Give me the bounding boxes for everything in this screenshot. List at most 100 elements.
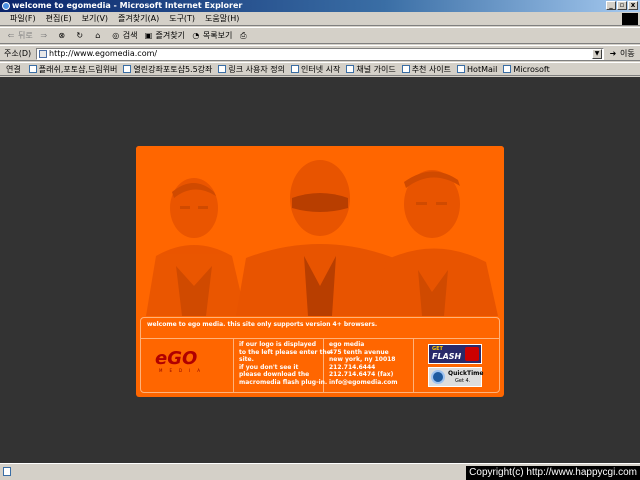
page-status-icon [3, 467, 11, 476]
contact-line: 212.714.6444 [329, 363, 376, 371]
notice-line: if you don't see it [239, 363, 299, 371]
back-label: 뒤로 [18, 31, 33, 40]
link-page-icon [28, 65, 37, 73]
quicktime-sub-label: Get 4. [455, 378, 471, 384]
address-dropdown-icon[interactable]: ▼ [592, 49, 602, 59]
get-flash-label: FLASH [432, 352, 462, 361]
address-input[interactable]: http://www.egomedia.com/ ▼ [36, 48, 604, 60]
menu-bar: 파일(F) 편집(E) 보기(V) 즐겨찾기(A) 도구(T) 도움말(H) [0, 12, 640, 26]
history-icon: ◔ [192, 31, 200, 40]
divider [141, 338, 499, 339]
refresh-button[interactable]: ↻ [75, 31, 87, 41]
history-button[interactable]: ◔ 목록보기 [191, 30, 232, 41]
link-item[interactable]: 추천 사이트 [401, 64, 452, 75]
window-title: welcome to egomedia - Microsoft Internet… [12, 1, 243, 10]
link-item[interactable]: Microsoft [503, 64, 550, 74]
home-button[interactable]: ⌂ [93, 31, 105, 41]
windows-logo-icon [622, 13, 638, 25]
link-item[interactable]: 플래쉬,포토샵,드림위버 [28, 64, 117, 75]
quicktime-label: QuickTime [448, 370, 484, 377]
link-page-icon [291, 65, 299, 73]
ego-logo[interactable]: eGO [155, 348, 215, 368]
contact-info: ego media 475 tenth avenue new york, ny … [329, 341, 397, 386]
contact-email-link[interactable]: info@egomedia.com [329, 379, 397, 387]
team-photo [136, 146, 504, 316]
home-icon: ⌂ [95, 31, 101, 40]
forward-arrow-icon: ⇒ [40, 31, 48, 40]
maximize-button[interactable]: ▫ [617, 1, 627, 10]
menu-edit[interactable]: 편집(E) [46, 13, 72, 24]
contact-line: 212.714.6474 (fax) [329, 371, 394, 378]
link-page-icon [218, 65, 227, 73]
minimize-button[interactable]: _ [606, 1, 616, 10]
page-icon [39, 50, 47, 58]
stop-icon: ⊗ [58, 31, 66, 40]
link-label: 열린강좌포토샵5.5강좌 [133, 64, 213, 74]
link-label: 인터넷 시작 [301, 64, 341, 74]
stop-button[interactable]: ⊗ [57, 31, 69, 41]
print-button[interactable]: ⎙ [238, 31, 250, 41]
ego-logo-text: eGO [155, 348, 197, 368]
title-bar: welcome to egomedia - Microsoft Internet… [0, 0, 640, 12]
address-url: http://www.egomedia.com/ [49, 49, 158, 58]
notice-line: to the left please enter the [239, 348, 331, 356]
menu-tools[interactable]: 도구(T) [169, 13, 195, 24]
address-bar: 주소(D) http://www.egomedia.com/ ▼ ➜ 이동 [0, 45, 640, 61]
status-bar: Copyright(c) http://www.happycgi.com [0, 463, 640, 480]
notice-line: please download the [239, 371, 310, 378]
link-label: 추천 사이트 [411, 64, 452, 74]
ie-icon [2, 2, 10, 10]
link-label: 채널 가이드 [356, 64, 396, 74]
link-item[interactable]: 채널 가이드 [346, 64, 396, 75]
notice-line: site. [239, 356, 254, 363]
forward-button[interactable]: ⇒ [39, 31, 51, 41]
back-arrow-icon: ⇐ [7, 31, 15, 40]
print-icon: ⎙ [240, 30, 247, 40]
address-label: 주소(D) [4, 48, 32, 58]
go-label: 이동 [620, 49, 635, 58]
go-arrow-icon: ➜ [609, 49, 617, 58]
link-label: HotMail [467, 64, 498, 74]
search-icon: ◎ [112, 31, 120, 40]
menu-favorites[interactable]: 즐겨찾기(A) [118, 13, 159, 24]
contact-line: 475 tenth avenue [329, 348, 389, 356]
favorites-label: 즐겨찾기 [155, 31, 185, 40]
favorites-icon: ▣ [144, 31, 153, 40]
link-page-icon [457, 65, 466, 73]
copyright-text: Copyright(c) http://www.happycgi.com [466, 466, 640, 480]
contact-line: new york, ny 10018 [329, 356, 396, 363]
plugin-notice: if our logo is displayed to the left ple… [239, 341, 331, 386]
link-item[interactable]: 링크 사용자 정의 [218, 64, 285, 75]
history-label: 목록보기 [202, 31, 233, 40]
divider [233, 338, 234, 393]
favorites-button[interactable]: ▣ 즐겨찾기 [143, 30, 185, 41]
window-controls: _ ▫ x [606, 1, 638, 10]
link-page-icon [346, 65, 355, 73]
search-button[interactable]: ◎ 검색 [111, 30, 138, 41]
notice-line: macromedia flash plug-in. [239, 378, 328, 386]
link-page-icon [503, 65, 512, 73]
search-label: 검색 [122, 31, 138, 40]
get-flash-button[interactable]: GET FLASH [428, 344, 482, 364]
flash-logo-icon [465, 347, 479, 361]
menu-file[interactable]: 파일(F) [10, 13, 36, 24]
menu-help[interactable]: 도움말(H) [205, 13, 239, 24]
link-label: Microsoft [513, 64, 550, 74]
link-item[interactable]: 인터넷 시작 [291, 64, 340, 75]
links-bar: 연결 플래쉬,포토샵,드림위버 열린강좌포토샵5.5강좌 링크 사용자 정의 인… [0, 62, 640, 76]
refresh-icon: ↻ [76, 31, 84, 40]
get-quicktime-button[interactable]: QuickTime Get 4. [428, 367, 484, 387]
link-item[interactable]: 열린강좌포토샵5.5강좌 [123, 64, 212, 75]
close-button[interactable]: x [628, 1, 638, 10]
toolbar: ⇐ 뒤로 ⇒ ⊗ ↻ ⌂ ◎ 검색 ▣ 즐겨찾기 ◔ 목록보기 ⎙ [0, 27, 640, 44]
divider [413, 338, 414, 393]
go-button[interactable]: ➜ 이동 [608, 48, 635, 59]
menu-view[interactable]: 보기(V) [82, 13, 108, 24]
back-button[interactable]: ⇐ 뒤로 [6, 30, 33, 41]
links-label: 연결 [6, 64, 21, 74]
link-page-icon [401, 65, 410, 73]
link-item[interactable]: HotMail [457, 65, 497, 74]
quicktime-logo-icon [431, 370, 445, 384]
ego-logo-subtitle: MEDIA [159, 368, 207, 373]
link-label: 링크 사용자 정의 [228, 64, 285, 74]
